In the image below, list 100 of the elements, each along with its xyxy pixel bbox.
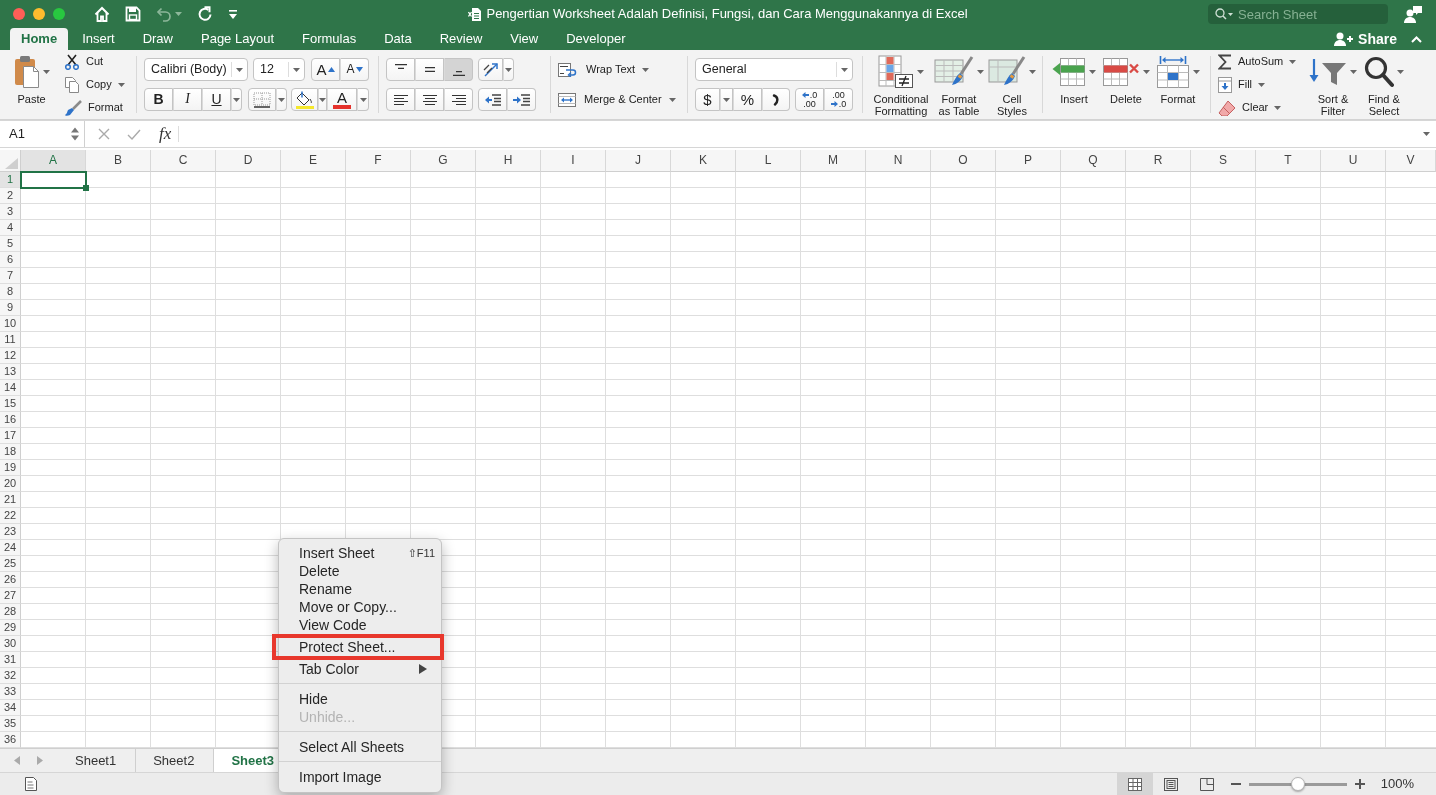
decrease-font-size-button[interactable]: A bbox=[340, 58, 369, 81]
row-header[interactable]: 20 bbox=[0, 476, 21, 492]
menu-item[interactable]: Protect Sheet... bbox=[272, 634, 444, 660]
person-bubble-icon[interactable] bbox=[1404, 5, 1422, 23]
row-header[interactable]: 18 bbox=[0, 444, 21, 460]
dropdown-button[interactable] bbox=[503, 58, 514, 81]
dropdown-button[interactable] bbox=[231, 88, 242, 111]
menu-item[interactable]: Rename bbox=[279, 580, 441, 598]
dropdown-button[interactable] bbox=[318, 88, 327, 111]
format-cells-button[interactable]: Format bbox=[1154, 50, 1202, 119]
window-zoom-icon[interactable] bbox=[53, 8, 65, 20]
row-header[interactable]: 16 bbox=[0, 412, 21, 428]
redo-icon[interactable] bbox=[197, 6, 213, 22]
autosum-button[interactable]: AutoSum bbox=[1218, 50, 1306, 73]
row-header[interactable]: 21 bbox=[0, 492, 21, 508]
fill-color-button[interactable] bbox=[291, 88, 318, 111]
row-header[interactable]: 22 bbox=[0, 508, 21, 524]
find-select-button[interactable]: Find & Select bbox=[1360, 50, 1408, 119]
dropdown-button[interactable] bbox=[357, 88, 369, 111]
column-header[interactable]: E bbox=[281, 150, 346, 172]
format-as-table-button[interactable]: Format as Table bbox=[936, 50, 982, 119]
row-header[interactable]: 36 bbox=[0, 732, 21, 748]
row-header[interactable]: 28 bbox=[0, 604, 21, 620]
row-header[interactable]: 3 bbox=[0, 204, 21, 220]
stepper-icon[interactable] bbox=[71, 127, 79, 141]
column-header[interactable]: N bbox=[866, 150, 931, 172]
menu-item[interactable]: Hide bbox=[279, 690, 441, 708]
column-header[interactable]: I bbox=[541, 150, 606, 172]
selected-cell[interactable] bbox=[20, 171, 87, 189]
align-center-button[interactable] bbox=[415, 88, 444, 111]
search-field[interactable]: Search Sheet bbox=[1208, 4, 1388, 24]
ribbon-tab[interactable]: Home bbox=[10, 28, 69, 50]
column-header[interactable]: R bbox=[1126, 150, 1191, 172]
row-header[interactable]: 31 bbox=[0, 652, 21, 668]
increase-font-size-button[interactable]: A bbox=[311, 58, 340, 81]
column-header[interactable]: M bbox=[801, 150, 866, 172]
row-header[interactable]: 35 bbox=[0, 716, 21, 732]
menu-item[interactable]: View Code bbox=[279, 616, 441, 634]
borders-button[interactable] bbox=[248, 88, 276, 111]
conditional-formatting-button[interactable]: Conditional Formatting bbox=[870, 50, 932, 119]
share-button[interactable]: Share bbox=[1334, 28, 1397, 50]
merge-center-button[interactable]: Merge & Center bbox=[558, 88, 680, 111]
row-header[interactable]: 15 bbox=[0, 396, 21, 412]
row-header[interactable]: 30 bbox=[0, 636, 21, 652]
column-header[interactable]: H bbox=[476, 150, 541, 172]
align-right-button[interactable] bbox=[444, 88, 473, 111]
ribbon-tab[interactable]: Draw bbox=[128, 28, 187, 50]
increase-indent-button[interactable] bbox=[507, 88, 536, 111]
insert-function-button[interactable]: fx bbox=[159, 124, 172, 144]
name-box[interactable]: A1 bbox=[0, 121, 85, 147]
menu-item[interactable]: Tab Color bbox=[279, 660, 441, 678]
menu-item[interactable]: Insert Sheet ⇧F11 bbox=[279, 544, 441, 562]
column-header[interactable]: K bbox=[671, 150, 736, 172]
align-bottom-button[interactable] bbox=[444, 58, 473, 81]
bold-button[interactable]: B bbox=[144, 88, 173, 111]
row-header[interactable]: 8 bbox=[0, 284, 21, 300]
orientation-button[interactable] bbox=[478, 58, 503, 81]
row-header[interactable]: 34 bbox=[0, 700, 21, 716]
row-header[interactable]: 10 bbox=[0, 316, 21, 332]
row-header[interactable]: 6 bbox=[0, 252, 21, 268]
row-header[interactable]: 32 bbox=[0, 668, 21, 684]
home-icon[interactable] bbox=[94, 6, 110, 22]
row-header[interactable]: 9 bbox=[0, 300, 21, 316]
ribbon-tab[interactable]: Formulas bbox=[288, 28, 371, 50]
copy-button[interactable]: Copy bbox=[64, 73, 125, 96]
column-header[interactable]: U bbox=[1321, 150, 1386, 172]
font-size-dropdown[interactable]: 12 bbox=[253, 58, 305, 81]
column-header[interactable]: T bbox=[1256, 150, 1321, 172]
row-header[interactable]: 23 bbox=[0, 524, 21, 540]
font-color-button[interactable]: A bbox=[327, 88, 357, 111]
cut-button[interactable]: Cut bbox=[64, 50, 125, 73]
row-header[interactable]: 25 bbox=[0, 556, 21, 572]
ribbon-tab[interactable]: Page Layout bbox=[187, 28, 288, 50]
row-header[interactable]: 24 bbox=[0, 540, 21, 556]
column-header[interactable]: Q bbox=[1061, 150, 1126, 172]
dropdown-button[interactable] bbox=[720, 88, 733, 111]
wrap-text-button[interactable]: Wrap Text bbox=[558, 58, 680, 81]
row-header[interactable]: 4 bbox=[0, 220, 21, 236]
row-header[interactable]: 1 bbox=[0, 172, 21, 188]
fill-handle-icon[interactable] bbox=[83, 185, 89, 191]
column-header[interactable]: F bbox=[346, 150, 411, 172]
ribbon-tab[interactable]: Data bbox=[370, 28, 426, 50]
row-header[interactable]: 26 bbox=[0, 572, 21, 588]
dropdown-button[interactable] bbox=[276, 88, 287, 111]
slider-thumb[interactable] bbox=[1290, 777, 1305, 791]
ribbon-tab[interactable]: Insert bbox=[68, 28, 129, 50]
row-header[interactable]: 19 bbox=[0, 460, 21, 476]
row-header[interactable]: 12 bbox=[0, 348, 21, 364]
percent-button[interactable]: % bbox=[733, 88, 762, 111]
column-header[interactable]: C bbox=[151, 150, 216, 172]
ribbon-tab[interactable]: View bbox=[496, 28, 553, 50]
menu-item[interactable]: Delete bbox=[279, 562, 441, 580]
ribbon-tab[interactable]: Review bbox=[425, 28, 497, 50]
row-header[interactable]: 29 bbox=[0, 620, 21, 636]
row-header[interactable]: 5 bbox=[0, 236, 21, 252]
font-name-dropdown[interactable]: Calibri (Body) bbox=[144, 58, 248, 81]
align-top-button[interactable] bbox=[386, 58, 415, 81]
checkmark-icon[interactable] bbox=[127, 128, 141, 140]
currency-button[interactable]: $ bbox=[695, 88, 720, 111]
sort-filter-button[interactable]: Sort & Filter bbox=[1311, 50, 1355, 119]
